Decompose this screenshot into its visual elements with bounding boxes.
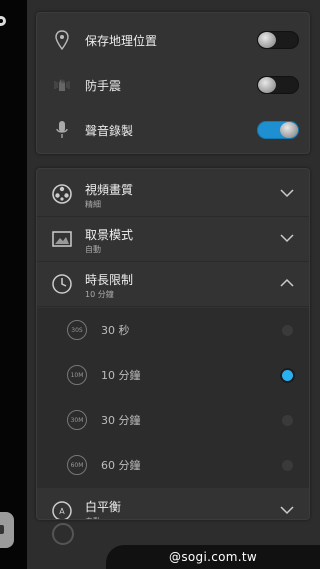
white-balance-title: 白平衡 xyxy=(85,500,122,514)
video-quality-value: 精細 xyxy=(85,200,101,209)
radio-button[interactable] xyxy=(282,460,293,471)
landscape-icon xyxy=(52,231,72,247)
duration-option-label: 30 秒 xyxy=(101,324,130,337)
duration-badge-icon: 30M xyxy=(67,410,87,430)
radio-button[interactable] xyxy=(282,325,293,336)
duration-badge-icon: 10M xyxy=(67,365,87,385)
location-setting-row[interactable]: 保存地理位置 xyxy=(37,27,311,53)
duration-option-label: 30 分鐘 xyxy=(101,414,141,427)
scene-mode-value: 自動 xyxy=(85,245,101,254)
settings-gear-icon[interactable] xyxy=(0,14,8,28)
location-label: 保存地理位置 xyxy=(85,33,158,48)
audio-toggle[interactable] xyxy=(257,121,299,139)
duration-option[interactable]: 10M 10 分鐘 xyxy=(37,353,309,398)
duration-limit-title: 時長限制 xyxy=(85,273,134,287)
audio-label: 聲音錄製 xyxy=(85,123,134,138)
camera-switch-icon[interactable] xyxy=(52,523,74,545)
location-pin-icon xyxy=(51,29,73,51)
duration-option[interactable]: 60M 60 分鐘 xyxy=(37,443,309,488)
duration-option[interactable]: 30S 30 秒 xyxy=(37,308,309,353)
duration-badge-icon: 60M xyxy=(67,455,87,475)
svg-text:A: A xyxy=(59,507,65,516)
duration-option-label: 60 分鐘 xyxy=(101,459,141,472)
chevron-up-icon xyxy=(280,278,294,287)
shaking-hand-icon xyxy=(51,74,73,96)
radio-button-selected[interactable] xyxy=(282,370,293,381)
chevron-down-icon xyxy=(280,189,294,198)
duration-option-label: 10 分鐘 xyxy=(101,369,141,382)
stabilizer-toggle[interactable] xyxy=(257,76,299,94)
duration-limit-row[interactable]: 時長限制 10 分鐘 xyxy=(37,262,309,307)
chevron-down-icon xyxy=(280,506,294,515)
white-balance-row[interactable]: A 白平衡 自動 xyxy=(37,489,309,519)
scene-mode-title: 取景模式 xyxy=(85,228,134,242)
stabilizer-setting-row[interactable]: 防手震 xyxy=(37,72,311,98)
film-reel-icon xyxy=(52,184,72,204)
white-balance-icon: A xyxy=(52,501,72,519)
left-control-strip xyxy=(0,0,27,569)
video-settings-card: 視頻畫質 精細 取景模式 自動 時長限制 10 分鐘 30S 30 秒 10M … xyxy=(36,168,310,520)
audio-setting-row[interactable]: 聲音錄製 xyxy=(37,117,311,143)
microphone-icon xyxy=(51,119,73,141)
white-balance-value: 自動 xyxy=(85,516,101,519)
clock-icon xyxy=(52,274,72,294)
video-quality-title: 視頻畫質 xyxy=(85,183,134,197)
stabilizer-label: 防手震 xyxy=(85,78,122,93)
duration-limit-value: 10 分鐘 xyxy=(85,290,114,299)
duration-options-list: 30S 30 秒 10M 10 分鐘 30M 30 分鐘 60M 60 分鐘 xyxy=(37,308,309,488)
watermark: @sogi.com.tw xyxy=(106,545,320,569)
chevron-down-icon xyxy=(280,234,294,243)
video-quality-row[interactable]: 視頻畫質 精細 xyxy=(37,172,309,217)
duration-badge-icon: 30S xyxy=(67,320,87,340)
radio-button[interactable] xyxy=(282,415,293,426)
location-toggle[interactable] xyxy=(257,31,299,49)
record-button[interactable] xyxy=(0,512,14,548)
duration-option[interactable]: 30M 30 分鐘 xyxy=(37,398,309,443)
scene-mode-row[interactable]: 取景模式 自動 xyxy=(37,217,309,262)
toggle-settings-card: 保存地理位置 防手震 聲音錄製 xyxy=(36,12,310,154)
